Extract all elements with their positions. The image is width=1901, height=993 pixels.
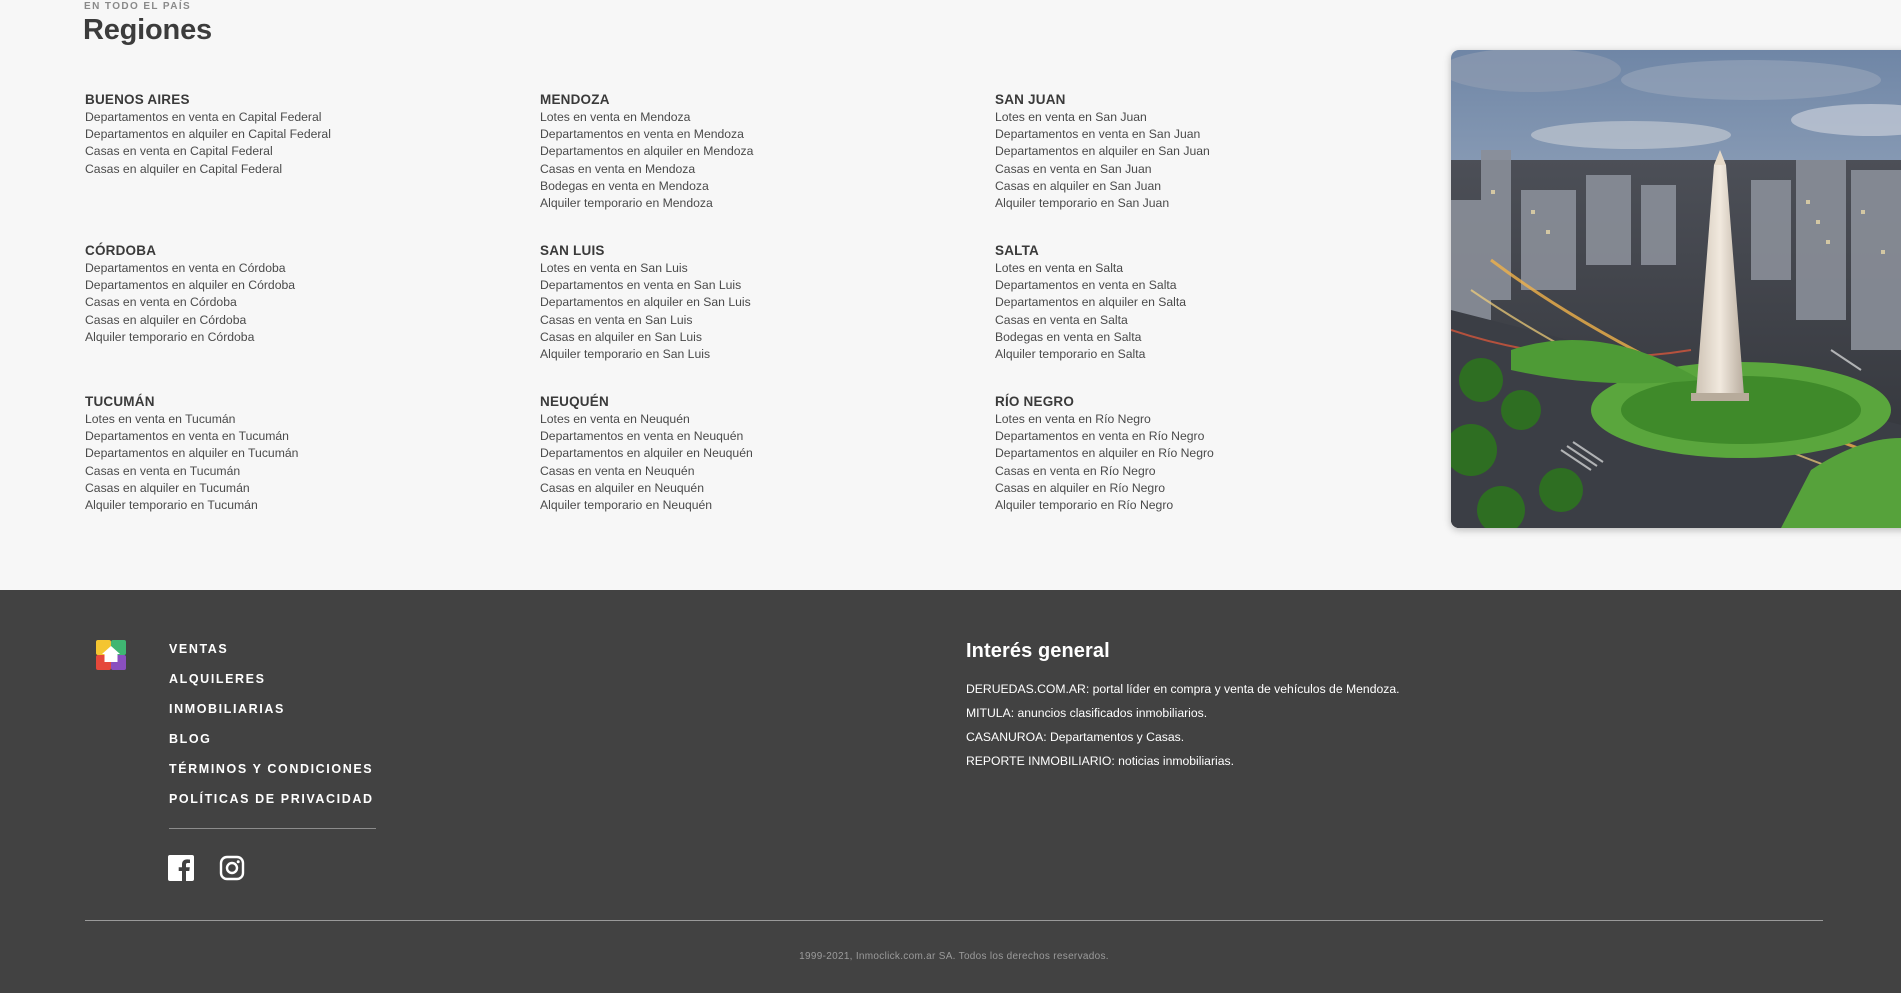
- region-link[interactable]: Alquiler temporario en San Juan: [995, 195, 1210, 212]
- region-link[interactable]: Alquiler temporario en Córdoba: [85, 329, 295, 346]
- region-link[interactable]: Casas en alquiler en Córdoba: [85, 312, 295, 329]
- region-link[interactable]: Departamentos en venta en Neuquén: [540, 428, 753, 445]
- region-link[interactable]: Alquiler temporario en Neuquén: [540, 497, 753, 514]
- region-link[interactable]: Bodegas en venta en Mendoza: [540, 178, 753, 195]
- copyright-text: 1999-2021, Inmoclick.com.ar SA. Todos lo…: [799, 951, 1109, 962]
- region-title: SAN JUAN: [995, 92, 1066, 107]
- footer-link-ventas[interactable]: VENTAS: [169, 634, 374, 664]
- region-link[interactable]: Casas en venta en San Juan: [995, 161, 1210, 178]
- region-link[interactable]: Casas en venta en Neuquén: [540, 463, 753, 480]
- region-link[interactable]: Lotes en venta en San Juan: [995, 109, 1210, 126]
- general-interest: Interés general DERUEDAS.COM.AR: portal …: [966, 640, 1400, 773]
- region-link[interactable]: Departamentos en venta en Capital Federa…: [85, 109, 331, 126]
- region-link[interactable]: Departamentos en alquiler en San Juan: [995, 143, 1210, 160]
- region-link[interactable]: Departamentos en alquiler en Salta: [995, 294, 1186, 311]
- region-link[interactable]: Departamentos en venta en Salta: [995, 277, 1186, 294]
- region-title: CÓRDOBA: [85, 243, 157, 258]
- interest-link[interactable]: CASANUROA: Departamentos y Casas.: [966, 725, 1400, 749]
- region-link[interactable]: Lotes en venta en San Luis: [540, 260, 751, 277]
- footer-link-privacidad[interactable]: POLÍTICAS DE PRIVACIDAD: [169, 784, 374, 814]
- region-link[interactable]: Bodegas en venta en Salta: [995, 329, 1186, 346]
- region-link[interactable]: Alquiler temporario en Tucumán: [85, 497, 298, 514]
- region-link[interactable]: Casas en venta en San Luis: [540, 312, 751, 329]
- region-link[interactable]: Casas en alquiler en San Luis: [540, 329, 751, 346]
- region-link[interactable]: Departamentos en alquiler en Córdoba: [85, 277, 295, 294]
- interest-link[interactable]: DERUEDAS.COM.AR: portal líder en compra …: [966, 677, 1400, 701]
- inmoclick-logo-icon[interactable]: [96, 640, 126, 670]
- region-link[interactable]: Casas en alquiler en Neuquén: [540, 480, 753, 497]
- regions-section: EN TODO EL PAÍS Regiones BUENOS AIRES De…: [0, 0, 1901, 590]
- region-title: SALTA: [995, 243, 1039, 258]
- interest-link[interactable]: MITULA: anuncios clasificados inmobiliar…: [966, 701, 1400, 725]
- region-link[interactable]: Lotes en venta en Río Negro: [995, 411, 1214, 428]
- section-title: Regiones: [83, 14, 212, 46]
- region-link[interactable]: Lotes en venta en Salta: [995, 260, 1186, 277]
- region-link[interactable]: Departamentos en alquiler en Neuquén: [540, 445, 753, 462]
- region-link[interactable]: Departamentos en alquiler en Mendoza: [540, 143, 753, 160]
- region-title: TUCUMÁN: [85, 394, 155, 409]
- region-link[interactable]: Lotes en venta en Neuquén: [540, 411, 753, 428]
- instagram-icon[interactable]: [219, 855, 245, 881]
- region-link[interactable]: Departamentos en venta en Río Negro: [995, 428, 1214, 445]
- site-footer: VENTAS ALQUILERES INMOBILIARIAS BLOG TÉR…: [0, 590, 1901, 993]
- region-link[interactable]: Departamentos en venta en Córdoba: [85, 260, 295, 277]
- region-title: BUENOS AIRES: [85, 92, 190, 107]
- region-link[interactable]: Alquiler temporario en Salta: [995, 346, 1186, 363]
- region-rio-negro: RÍO NEGRO Lotes en venta en Río Negro De…: [995, 393, 1214, 514]
- region-link[interactable]: Casas en alquiler en San Juan: [995, 178, 1210, 195]
- interest-link[interactable]: REPORTE INMOBILIARIO: noticias inmobilia…: [966, 749, 1400, 773]
- region-mendoza: MENDOZA Lotes en venta en Mendoza Depart…: [540, 91, 753, 212]
- region-link[interactable]: Casas en venta en Córdoba: [85, 294, 295, 311]
- region-link[interactable]: Casas en alquiler en Capital Federal: [85, 161, 331, 178]
- footer-link-alquileres[interactable]: ALQUILERES: [169, 664, 374, 694]
- region-link[interactable]: Casas en venta en Mendoza: [540, 161, 753, 178]
- region-link[interactable]: Alquiler temporario en San Luis: [540, 346, 751, 363]
- region-san-luis: SAN LUIS Lotes en venta en San Luis Depa…: [540, 242, 751, 363]
- region-link[interactable]: Casas en alquiler en Río Negro: [995, 480, 1214, 497]
- region-link[interactable]: Lotes en venta en Tucumán: [85, 411, 298, 428]
- region-link[interactable]: Casas en venta en Capital Federal: [85, 143, 331, 160]
- region-link[interactable]: Departamentos en alquiler en Tucumán: [85, 445, 298, 462]
- region-link[interactable]: Casas en alquiler en Tucumán: [85, 480, 298, 497]
- region-link[interactable]: Casas en venta en Salta: [995, 312, 1186, 329]
- region-link[interactable]: Lotes en venta en Mendoza: [540, 109, 753, 126]
- footer-nav-divider: [169, 828, 376, 829]
- region-link[interactable]: Alquiler temporario en Mendoza: [540, 195, 753, 212]
- region-link[interactable]: Departamentos en alquiler en Río Negro: [995, 445, 1214, 462]
- section-eyebrow: EN TODO EL PAÍS: [84, 1, 192, 12]
- footer-link-blog[interactable]: BLOG: [169, 724, 374, 754]
- region-title: RÍO NEGRO: [995, 394, 1075, 409]
- region-link[interactable]: Casas en venta en Tucumán: [85, 463, 298, 480]
- footer-link-inmobiliarias[interactable]: INMOBILIARIAS: [169, 694, 374, 724]
- footer-link-terminos[interactable]: TÉRMINOS Y CONDICIONES: [169, 754, 374, 784]
- region-cordoba: CÓRDOBA Departamentos en venta en Córdob…: [85, 242, 295, 346]
- region-link[interactable]: Departamentos en venta en Mendoza: [540, 126, 753, 143]
- region-title: MENDOZA: [540, 92, 610, 107]
- region-title: NEUQUÉN: [540, 394, 609, 409]
- city-photo: [1451, 50, 1901, 528]
- general-interest-title: Interés general: [966, 640, 1110, 662]
- region-buenos-aires: BUENOS AIRES Departamentos en venta en C…: [85, 91, 331, 178]
- facebook-icon[interactable]: [168, 855, 194, 881]
- region-san-juan: SAN JUAN Lotes en venta en San Juan Depa…: [995, 91, 1210, 212]
- region-link[interactable]: Departamentos en venta en San Juan: [995, 126, 1210, 143]
- region-link[interactable]: Departamentos en alquiler en Capital Fed…: [85, 126, 331, 143]
- footer-nav: VENTAS ALQUILERES INMOBILIARIAS BLOG TÉR…: [169, 634, 374, 814]
- region-link[interactable]: Departamentos en venta en Tucumán: [85, 428, 298, 445]
- region-tucuman: TUCUMÁN Lotes en venta en Tucumán Depart…: [85, 393, 298, 514]
- region-link[interactable]: Departamentos en venta en San Luis: [540, 277, 751, 294]
- region-salta: SALTA Lotes en venta en Salta Departamen…: [995, 242, 1186, 363]
- region-link[interactable]: Casas en venta en Río Negro: [995, 463, 1214, 480]
- region-neuquen: NEUQUÉN Lotes en venta en Neuquén Depart…: [540, 393, 753, 514]
- footer-divider: [85, 920, 1823, 921]
- region-link[interactable]: Alquiler temporario en Río Negro: [995, 497, 1214, 514]
- region-title: SAN LUIS: [540, 243, 605, 258]
- region-link[interactable]: Departamentos en alquiler en San Luis: [540, 294, 751, 311]
